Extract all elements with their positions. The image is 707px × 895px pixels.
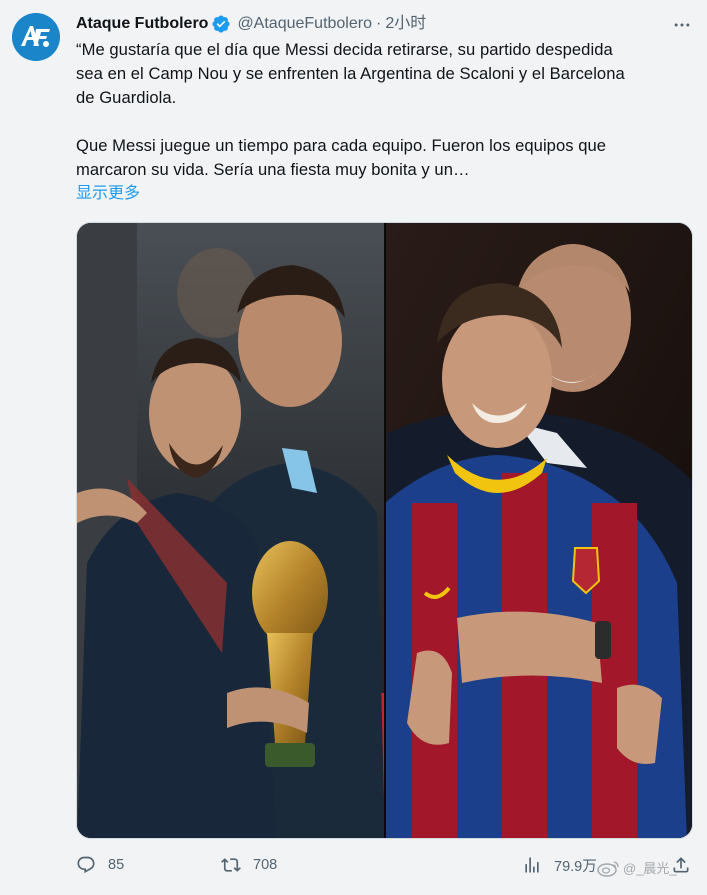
author-name[interactable]: Ataque Futbolero — [76, 12, 208, 36]
tweet-text-line: marcaron su vida. Sería una fiesta muy b… — [76, 160, 470, 179]
views-button[interactable]: 79.9万 — [522, 852, 597, 878]
tweet-text-line: Que Messi juegue un tiempo para cada equ… — [76, 136, 607, 155]
views-count: 79.9万 — [554, 858, 597, 875]
avatar[interactable] — [12, 13, 60, 61]
reply-icon — [77, 856, 95, 874]
tweet-text-line: “Me gustaría que el día que Messi decida… — [76, 40, 613, 59]
tweet-header: Ataque Futbolero @AtaqueFutbolero · 2小时 — [76, 12, 426, 36]
retweet-icon — [221, 858, 241, 872]
tweet-timestamp[interactable]: 2小时 — [385, 12, 426, 36]
tweet-text-line: sea en el Camp Nou y se enfrenten la Arg… — [76, 64, 625, 83]
weibo-icon — [597, 860, 619, 877]
tweet-text-line: de Guardiola. — [76, 88, 177, 107]
tweet-card[interactable]: Ataque Futbolero @AtaqueFutbolero · 2小时 … — [0, 0, 707, 895]
retweet-count: 708 — [253, 857, 278, 873]
weibo-watermark: @_晨光_ — [597, 858, 677, 877]
views-chart-icon — [525, 857, 539, 873]
more-options-button[interactable] — [671, 14, 693, 36]
reply-button[interactable]: 85 — [76, 852, 124, 878]
show-more-link[interactable]: 显示更多 — [76, 182, 140, 206]
more-dots-icon — [674, 23, 690, 27]
photo-collage-icon — [77, 223, 692, 838]
separator-dot: · — [375, 15, 382, 32]
retweet-button[interactable]: 708 — [221, 852, 277, 878]
tweet-photo[interactable] — [76, 222, 693, 839]
verified-badge-icon — [211, 14, 231, 34]
ataque-futbolero-logo-icon — [12, 13, 60, 61]
reply-count: 85 — [108, 857, 125, 873]
author-handle[interactable]: @AtaqueFutbolero — [237, 12, 372, 36]
watermark-text: @_晨光_ — [623, 861, 677, 876]
tweet-text: “Me gustaría que el día que Messi decida… — [76, 38, 686, 182]
